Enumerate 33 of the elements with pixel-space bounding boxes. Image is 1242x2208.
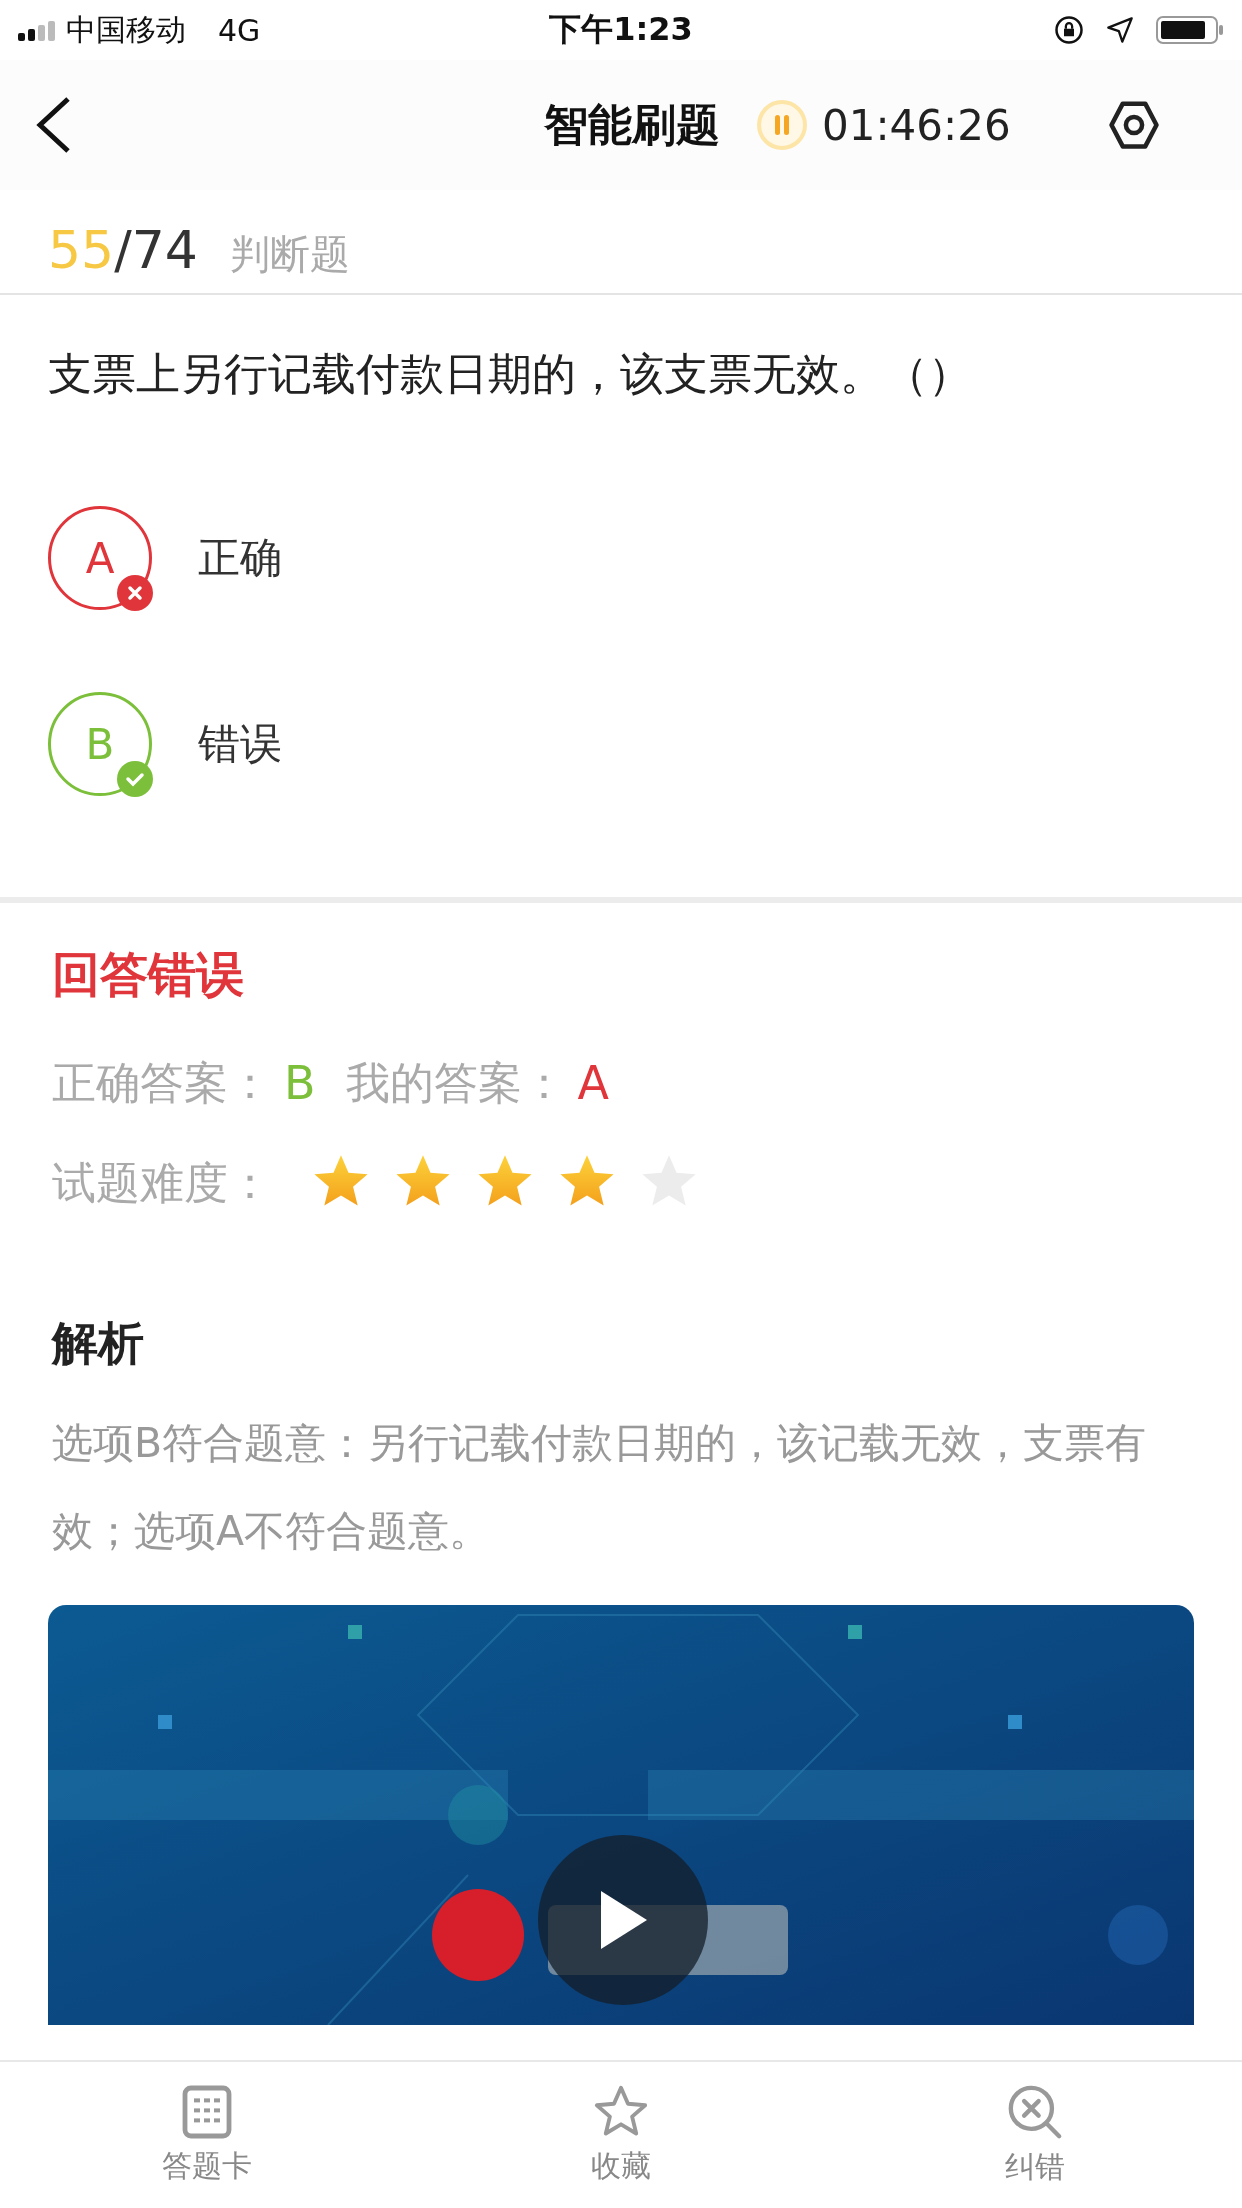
correct-answer-label: 正确答案： — [52, 1055, 272, 1110]
analysis-text: 选项B符合题意：另行记载付款日期的，该记载无效，支票有效；选项A不符合题意。 — [52, 1418, 1148, 1557]
grid-card-icon — [181, 2083, 233, 2140]
analysis-title: 解析 — [52, 1315, 145, 1372]
difficulty-label: 试题难度： — [52, 1155, 272, 1210]
tab-button[interactable]: 纠错 — [828, 2062, 1242, 2208]
status-time: 下午1:23 — [549, 9, 693, 50]
page-title: 智能刷题 — [544, 97, 720, 152]
cross-icon — [117, 575, 153, 611]
carrier-label: 中国移动 — [66, 10, 186, 49]
timer-label: 01:46:26 — [822, 100, 1011, 150]
location-arrow-icon — [1106, 16, 1134, 44]
my-answer-label: 我的答案： — [345, 1055, 566, 1110]
correct-answer-value: B — [284, 1056, 316, 1110]
battery-icon — [1156, 15, 1224, 45]
signal-icon — [18, 19, 56, 41]
option-letter[interactable]: A — [48, 506, 152, 610]
option-text: 错误 — [198, 718, 282, 770]
tab-button[interactable]: 答题卡 — [0, 2062, 414, 2208]
tab-button[interactable]: 收藏 — [414, 2062, 828, 2208]
rotation-lock-icon — [1054, 15, 1084, 45]
result-title: 回答错误 — [52, 945, 245, 1004]
my-answer-value: A — [577, 1056, 610, 1110]
question-type: 判断题 — [229, 230, 350, 279]
current-number: 55 — [48, 220, 115, 280]
option-text: 正确 — [198, 532, 282, 584]
settings-icon[interactable] — [1106, 98, 1161, 152]
option-letter[interactable]: B — [48, 692, 152, 796]
total-number: 74 — [131, 220, 198, 280]
separator-label: / — [114, 220, 132, 280]
question-text: 支票上另行记载付款日期的，该支票无效。（） — [47, 347, 973, 401]
check-icon — [117, 761, 153, 797]
network-label: 4G — [218, 12, 261, 48]
